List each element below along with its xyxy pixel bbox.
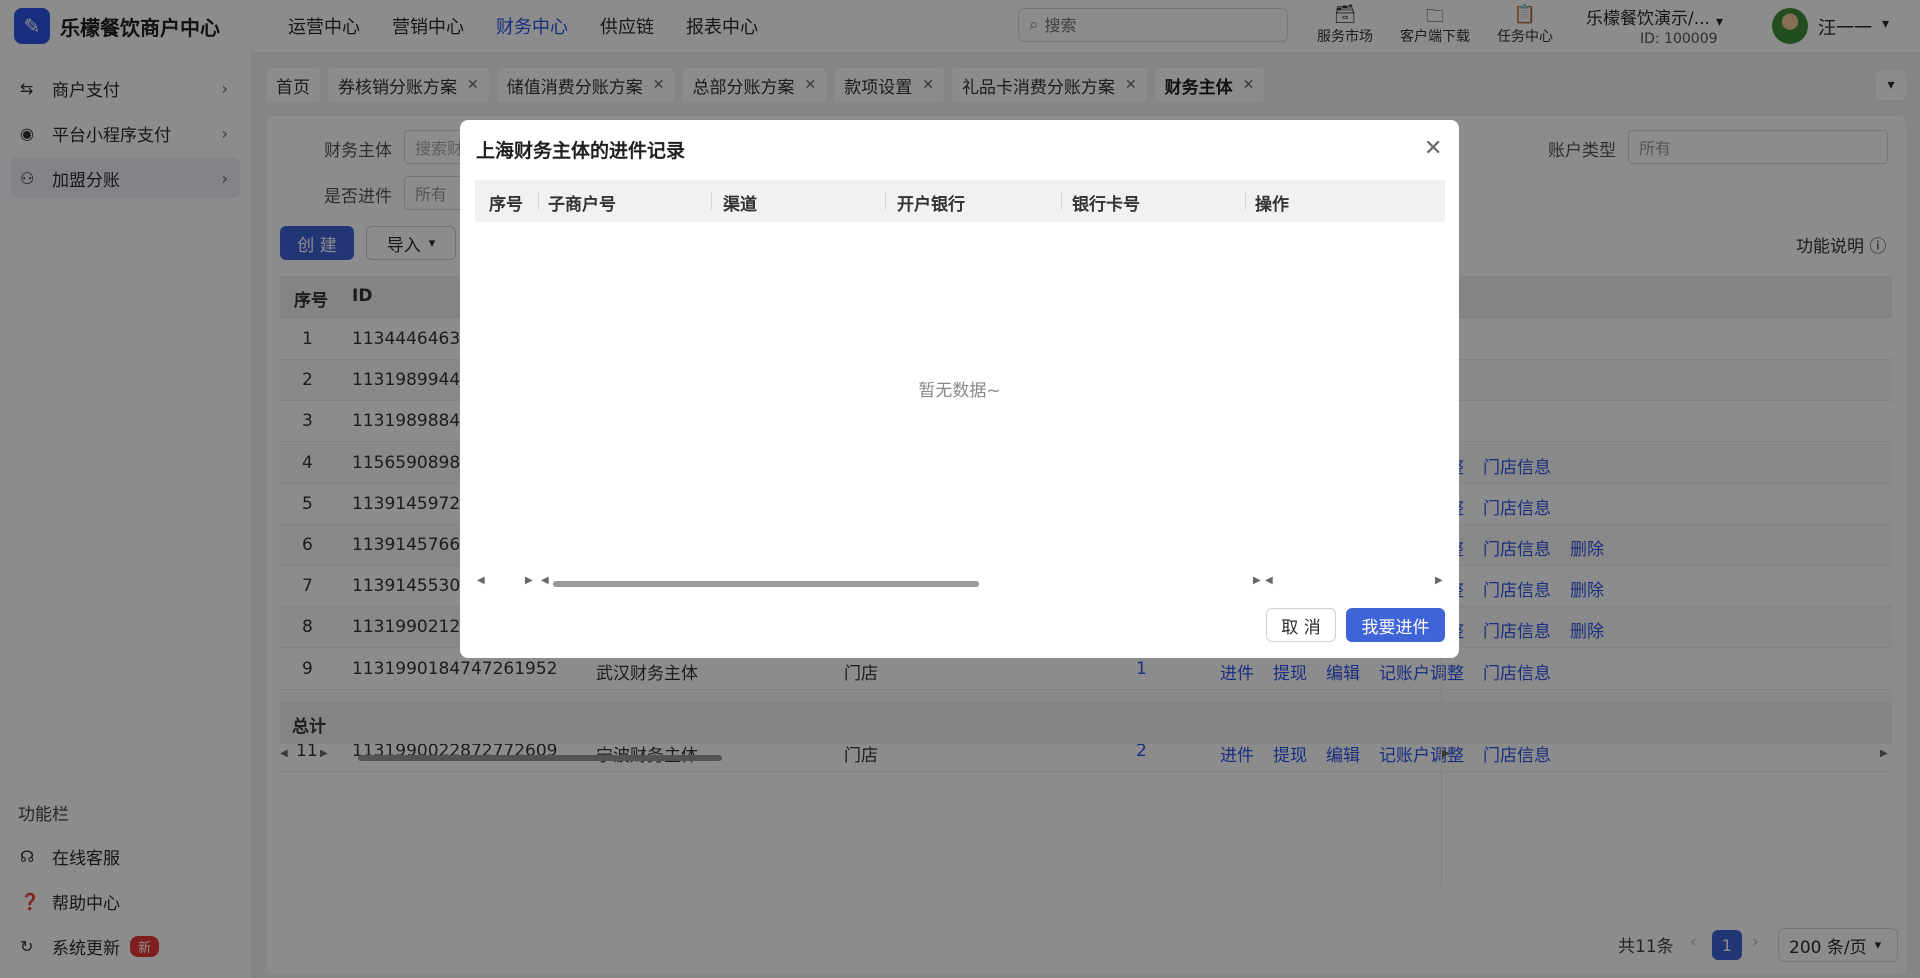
scroll-right-icon[interactable]: ▶ — [525, 575, 533, 586]
scroll-left-icon[interactable]: ◀ — [477, 575, 485, 586]
cancel-button[interactable]: 取 消 — [1266, 608, 1336, 642]
column-separator — [711, 192, 712, 210]
modal-column-card-number: 银行卡号 — [1072, 195, 1140, 215]
enrollment-records-modal: 上海财务主体的进件记录 ✕ 序号 子商户号 渠道 开户银行 银行卡号 操作 暂无… — [460, 120, 1459, 658]
modal-column-index: 序号 — [489, 195, 523, 215]
column-separator — [885, 192, 886, 210]
modal-column-sub-merchant: 子商户号 — [548, 195, 616, 215]
column-separator — [538, 192, 539, 210]
scroll-right-icon[interactable]: ▶ — [1253, 575, 1261, 586]
modal-title: 上海财务主体的进件记录 — [476, 140, 686, 162]
modal-table-header: 序号 子商户号 渠道 开户银行 银行卡号 操作 — [475, 180, 1445, 222]
modal-column-channel: 渠道 — [723, 195, 757, 215]
modal-column-bank: 开户银行 — [897, 195, 965, 215]
column-separator — [1245, 192, 1246, 210]
scroll-left-icon[interactable]: ◀ — [541, 575, 549, 586]
close-icon[interactable]: ✕ — [1424, 136, 1442, 161]
scrollbar-thumb[interactable] — [553, 581, 979, 587]
empty-state-text: 暂无数据~ — [918, 381, 1001, 401]
modal-horizontal-scrollbar[interactable]: ◀ ▶ ◀ ▶ ◀ ▶ — [475, 575, 1445, 590]
enroll-button[interactable]: 我要进件 — [1346, 608, 1445, 642]
modal-column-ops: 操作 — [1255, 195, 1289, 215]
column-separator — [1061, 192, 1062, 210]
scroll-left-icon[interactable]: ◀ — [1265, 575, 1273, 586]
scroll-right-icon[interactable]: ▶ — [1435, 575, 1443, 586]
